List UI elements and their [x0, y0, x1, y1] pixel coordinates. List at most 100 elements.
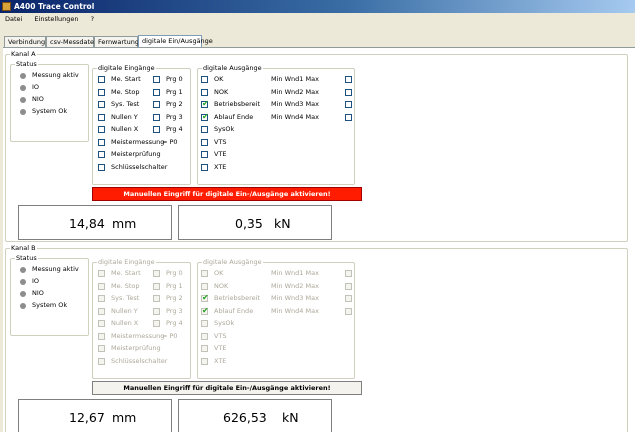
channel_b-p0-label: = P0 — [162, 331, 178, 340]
distance-unit: mm — [112, 216, 137, 231]
window-label: Min Wnd2 Max — [271, 281, 319, 290]
window-checkbox[interactable] — [345, 113, 352, 121]
channel_b-input-1: Me. Stop — [98, 282, 156, 291]
channel_a-window-0: Min Wnd1 Max — [271, 75, 353, 84]
output-checkbox[interactable] — [201, 126, 208, 133]
channel_b-output-7: XTE — [201, 357, 261, 366]
channel_a-output-0: OK — [201, 75, 261, 84]
output-checkbox[interactable]: ✔ — [201, 99, 209, 108]
output-label: Ablauf Ende — [214, 112, 254, 121]
checkmark-icon: ✔ — [202, 305, 209, 315]
input-checkbox[interactable] — [98, 151, 105, 158]
channel_b-prg-3: Prg 3 — [153, 307, 189, 316]
input-label: Me. Stop — [111, 281, 140, 290]
status-led-icon — [20, 85, 26, 91]
channel_b-outputs-group: digitale Ausgänge OK NOK ✔ Betriebsberei… — [197, 258, 355, 379]
channel_b-input-6: Meisterprüfung — [98, 344, 161, 353]
output-checkbox[interactable] — [201, 138, 208, 146]
prg-checkbox[interactable] — [153, 126, 160, 133]
output-label: XTE — [214, 356, 227, 365]
prg-checkbox[interactable] — [153, 76, 160, 83]
output-checkbox[interactable] — [201, 76, 208, 83]
channel_a-input-6: Meisterprüfung — [98, 150, 161, 159]
input-label: Me. Stop — [111, 87, 140, 96]
checkmark-icon: ✔ — [202, 99, 209, 108]
status-label: IO — [32, 277, 40, 285]
prg-checkbox[interactable] — [153, 88, 160, 96]
channel_a-window-3: Min Wnd4 Max — [271, 113, 353, 122]
output-checkbox[interactable] — [201, 88, 208, 96]
tab-fernwartung[interactable]: Fernwartung — [94, 36, 139, 47]
input-checkbox[interactable] — [98, 88, 105, 96]
output-checkbox — [201, 282, 208, 290]
input-checkbox[interactable] — [98, 76, 105, 83]
window-checkbox[interactable] — [345, 101, 352, 108]
window-checkbox[interactable] — [345, 76, 352, 83]
channel_a-window-1: Min Wnd2 Max — [271, 88, 353, 97]
window-label: Min Wnd3 Max — [271, 294, 319, 302]
output-checkbox[interactable]: ✔ — [201, 111, 209, 121]
prg-checkbox — [153, 295, 160, 302]
prg-label: Prg 0 — [166, 269, 183, 277]
input-checkbox — [98, 270, 105, 277]
output-checkbox[interactable] — [201, 151, 208, 158]
channel_a-output-1: NOK — [201, 88, 261, 97]
prg-checkbox[interactable] — [153, 101, 160, 108]
input-checkbox — [98, 320, 105, 327]
prg-label: Prg 1 — [166, 281, 183, 290]
distance-value: 12,67 — [69, 410, 105, 425]
input-checkbox[interactable] — [98, 126, 105, 133]
window-label: Min Wnd3 Max — [271, 100, 319, 108]
input-checkbox — [98, 357, 105, 365]
output-checkbox[interactable] — [201, 163, 208, 171]
output-checkbox — [201, 357, 208, 365]
channel_a-status-item: IO — [20, 83, 88, 92]
tab-csv-messdatei[interactable]: csv-Messdatei — [46, 36, 96, 47]
channel_a-manual-button[interactable]: Manuellen Eingriff für digitale Ein-/Aus… — [92, 187, 362, 201]
status-label: System Ok — [32, 107, 68, 115]
channel_b-input-0: Me. Start — [98, 269, 156, 278]
output-checkbox — [201, 270, 208, 277]
input-checkbox[interactable] — [98, 101, 105, 108]
channel_a-input-1: Me. Stop — [98, 88, 156, 97]
status-led-icon — [20, 291, 26, 297]
channel_a-input-7: Schlüsselschalter — [98, 163, 167, 172]
channel_b-readout-distance: 12,67 mm — [18, 399, 172, 432]
input-label: Meistermessung — [111, 331, 165, 340]
channel_a-prg-3: Prg 3 — [153, 113, 189, 122]
input-checkbox[interactable] — [98, 163, 105, 171]
output-label: SysOk — [214, 125, 235, 133]
input-checkbox[interactable] — [98, 113, 105, 121]
input-checkbox — [98, 307, 105, 315]
channel_b-window-3: Min Wnd4 Max — [271, 307, 353, 316]
status-led-icon — [20, 97, 26, 103]
channel_b-manual-button[interactable]: Manuellen Eingriff für digitale Ein-/Aus… — [92, 381, 362, 395]
channel_a-input-0: Me. Start — [98, 75, 156, 84]
prg-checkbox — [153, 320, 160, 327]
channel_a-status-item: System Ok — [20, 107, 88, 116]
channel_b-status-item: NIO — [20, 289, 88, 298]
window-checkbox[interactable] — [345, 88, 352, 96]
channel_b-status-item: System Ok — [20, 301, 88, 310]
channel_b-prg-0: Prg 0 — [153, 269, 189, 278]
menu-help[interactable]: ? — [86, 13, 99, 25]
channel_b-inputs-title: digitale Eingänge — [97, 258, 156, 266]
checkmark-icon: ✔ — [202, 111, 209, 121]
prg-label: Prg 1 — [166, 87, 183, 96]
tab-verbindung[interactable]: Verbindung — [4, 36, 46, 47]
channel_a-status-title: Status — [15, 60, 38, 68]
prg-label: Prg 3 — [166, 306, 183, 315]
prg-label: Prg 4 — [166, 319, 183, 327]
channel_b-output-6: VTE — [201, 344, 261, 353]
prg-checkbox[interactable] — [153, 113, 160, 121]
channel_b-output-3: ✔ Ablauf Ende — [201, 305, 261, 316]
input-checkbox — [98, 345, 105, 352]
menu-einstellungen[interactable]: Einstellungen — [29, 13, 83, 25]
prg-checkbox — [153, 282, 160, 290]
input-checkbox[interactable] — [98, 138, 105, 146]
menu-datei[interactable]: Datei — [0, 13, 27, 25]
channel_a-title: Kanal A — [10, 50, 37, 58]
prg-checkbox — [153, 307, 160, 315]
status-label: NIO — [32, 289, 44, 297]
distance-unit: mm — [112, 410, 137, 425]
